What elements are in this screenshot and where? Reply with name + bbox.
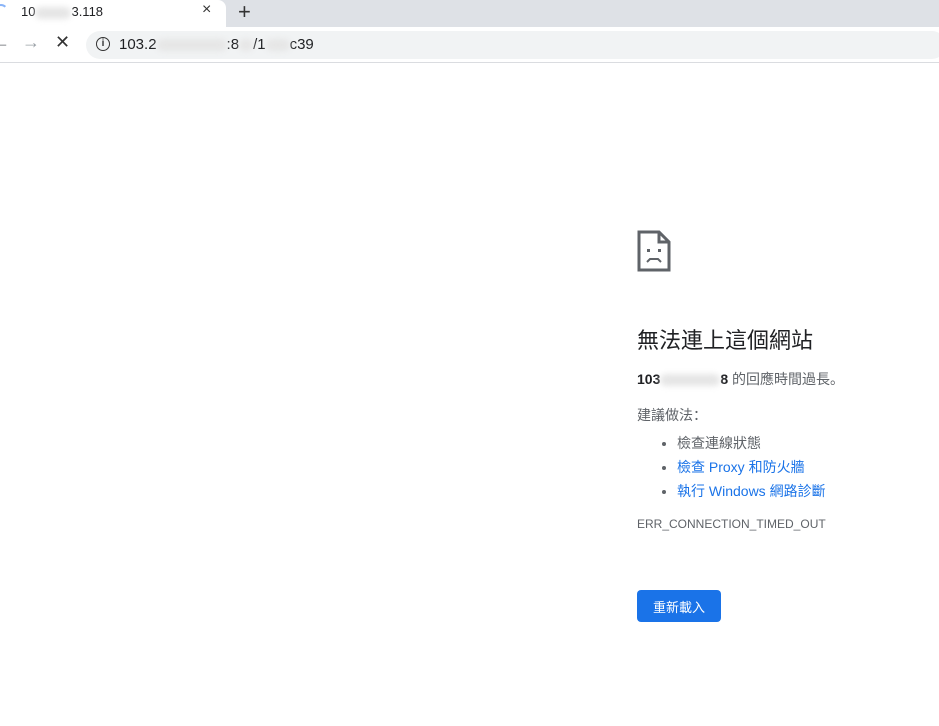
suggestion-item[interactable]: 執行 Windows 網路診斷	[677, 479, 937, 503]
check-proxy-link[interactable]: 檢查 Proxy 和防火牆	[677, 459, 805, 475]
stop-button[interactable]: ✕	[55, 32, 70, 53]
reload-button[interactable]: 重新載入	[637, 590, 721, 622]
loading-spinner-icon	[0, 4, 8, 18]
suggestions-label: 建議做法：	[637, 407, 707, 423]
error-code: ERR_CONNECTION_TIMED_OUT	[637, 517, 826, 531]
suggestion-item: 檢查連線狀態	[677, 431, 937, 455]
url-text[interactable]: 103.2:8/1 c39	[119, 36, 314, 53]
tab-close-icon[interactable]: ×	[202, 1, 211, 19]
tab-title: 10 3.118	[21, 4, 104, 19]
address-bar[interactable]: i 103.2:8/1 c39	[86, 31, 939, 59]
tab-strip: 10 3.118 × +	[0, 0, 939, 27]
back-button[interactable]: ←	[0, 32, 10, 53]
new-tab-button[interactable]: +	[238, 0, 251, 25]
info-icon[interactable]: i	[96, 37, 110, 51]
suggestions-list: 檢查連線狀態 檢查 Proxy 和防火牆 執行 Windows 網路診斷	[637, 431, 937, 503]
tab-active[interactable]: 10 3.118 ×	[0, 0, 226, 27]
forward-button[interactable]: →	[22, 32, 40, 53]
sad-page-icon	[637, 230, 671, 272]
toolbar: ← → ✕ i 103.2:8/1 c39	[0, 27, 939, 63]
error-content: 無法連上這個網站 1038 的回應時間過長。 建議做法： 檢查連線狀態 檢查 P…	[637, 230, 937, 531]
network-diagnostics-link[interactable]: 執行 Windows 網路診斷	[677, 483, 826, 499]
suggestion-item[interactable]: 檢查 Proxy 和防火牆	[677, 455, 937, 479]
error-title: 無法連上這個網站	[637, 328, 814, 353]
error-message: 103 8 的回應時間過長。	[637, 371, 845, 387]
